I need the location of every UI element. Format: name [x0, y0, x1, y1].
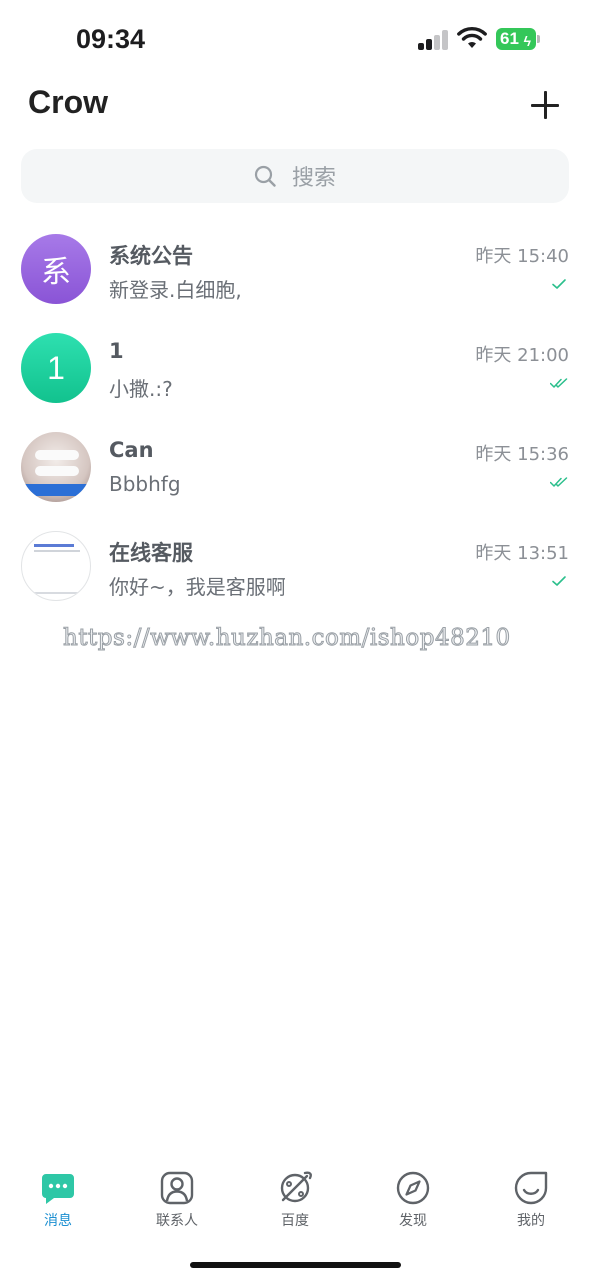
search-placeholder: 搜索 [291, 166, 336, 191]
conversation-list: 系 系统公告 新登录.白细胞, 昨天 15:40 1 1 小撒.:? 昨天 21… [0, 220, 590, 616]
compass-icon [396, 1171, 430, 1205]
conversation-item[interactable]: 系 系统公告 新登录.白细胞, 昨天 15:40 [0, 220, 590, 319]
double-check-icon [550, 477, 568, 487]
tab-label: 发现 [399, 1213, 427, 1229]
conversation-time: 昨天 15:40 [475, 246, 569, 267]
avatar [21, 531, 91, 601]
double-check-icon [550, 378, 568, 388]
battery-level: 61 [500, 29, 519, 48]
avatar: 1 [21, 333, 91, 403]
status-time: 09:34 [76, 24, 146, 54]
conversation-item[interactable]: Can Bbbhfg 昨天 15:36 [0, 418, 590, 517]
conversation-preview: 小撒.:? [109, 377, 173, 401]
tab-contacts[interactable]: 联系人 [127, 1166, 227, 1230]
chat-bubble-icon [42, 1174, 74, 1204]
single-check-icon [552, 576, 566, 586]
conversation-time: 昨天 13:51 [475, 543, 569, 564]
messages-screen: 09:34 61 ϟ Crow 搜索 系 系统公告 新登录.白细胞, 昨天 15… [0, 0, 590, 1280]
planet-icon [280, 1171, 312, 1203]
tab-profile[interactable]: 我的 [481, 1166, 581, 1230]
contact-icon [160, 1171, 194, 1205]
search-bar[interactable]: 搜索 [21, 149, 569, 203]
tab-label: 我的 [517, 1213, 545, 1229]
conversation-preview: 新登录.白细胞, [109, 278, 242, 302]
conversation-name: 在线客服 [109, 541, 193, 565]
conversation-name: Can [109, 438, 154, 462]
conversation-time: 昨天 15:36 [475, 444, 569, 465]
avatar [21, 432, 91, 502]
watermark-text: https://www.huzhan.com/ishop48210 [63, 625, 511, 652]
tab-bar: 消息 联系人 百度 发现 我的 [0, 1166, 590, 1236]
add-button[interactable] [528, 88, 562, 122]
app-title: Crow [28, 84, 108, 120]
tab-baidu[interactable]: 百度 [245, 1166, 345, 1230]
charging-bolt-icon: ϟ [523, 33, 531, 49]
status-bar: 09:34 61 ϟ [0, 0, 590, 80]
single-check-icon [552, 279, 566, 289]
conversation-item[interactable]: 1 1 小撒.:? 昨天 21:00 [0, 319, 590, 418]
conversation-name: 系统公告 [109, 244, 193, 268]
conversation-item[interactable]: 在线客服 你好~，我是客服啊 昨天 13:51 [0, 517, 590, 616]
battery-icon: 61 ϟ [496, 28, 540, 50]
home-indicator [190, 1262, 401, 1268]
conversation-preview: Bbbhfg [109, 472, 181, 496]
tab-label: 消息 [44, 1213, 72, 1229]
avatar: 系 [21, 234, 91, 304]
conversation-time: 昨天 21:00 [475, 345, 569, 366]
cellular-signal-icon [418, 30, 450, 50]
profile-icon [514, 1171, 548, 1205]
tab-messages[interactable]: 消息 [8, 1166, 108, 1230]
conversation-name: 1 [109, 339, 124, 363]
conversation-preview: 你好~，我是客服啊 [109, 575, 286, 599]
tab-label: 百度 [281, 1213, 309, 1229]
wifi-icon [457, 27, 487, 48]
tab-discover[interactable]: 发现 [363, 1166, 463, 1230]
tab-label: 联系人 [156, 1213, 198, 1229]
search-icon [254, 165, 276, 187]
